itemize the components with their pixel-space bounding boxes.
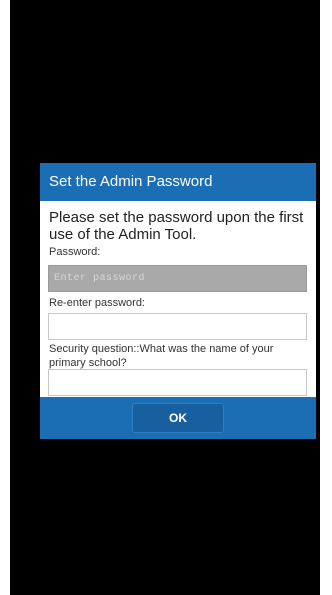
dialog-intro-text: Please set the password upon the first u… [49,209,304,243]
password-input[interactable] [48,265,307,292]
dialog-footer: OK [40,397,316,439]
dialog-title: Set the Admin Password [40,163,316,201]
reenter-password-label: Re-enter password: [49,297,145,309]
admin-password-dialog: Set the Admin Password Please set the pa… [40,163,316,439]
reenter-password-input[interactable] [48,313,307,340]
ok-button[interactable]: OK [132,403,224,433]
security-question-label: Security question::What was the name of … [49,343,274,369]
dialog-body: Please set the password upon the first u… [40,201,316,397]
security-answer-input[interactable] [48,369,307,396]
password-label: Password: [49,246,101,258]
